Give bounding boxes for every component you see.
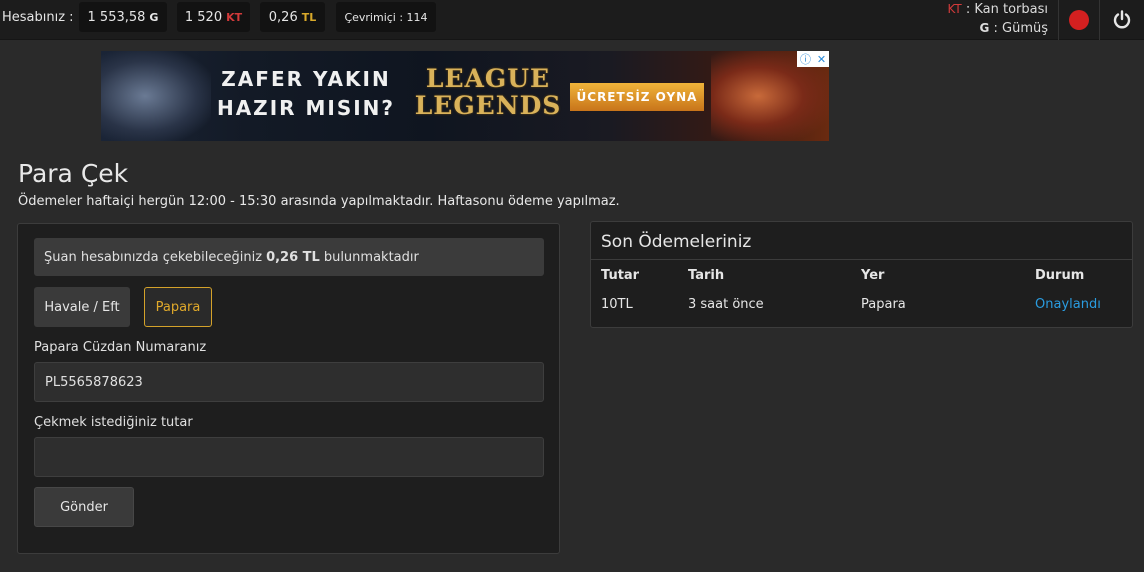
unit-legend: KT : Kan torbası G : Gümüş bbox=[947, 0, 1048, 38]
submit-button[interactable]: Gönder bbox=[34, 487, 134, 527]
ad-brand-logo: LEAGUE LEGENDS bbox=[414, 64, 562, 120]
divider bbox=[591, 259, 1132, 260]
column-header-status: Durum bbox=[1035, 268, 1085, 283]
top-bar: Hesabınız : 1 553,58 G 1 520 KT 0,26 TL Çev… bbox=[0, 0, 1144, 40]
online-count: Çevrimiçi : 114 bbox=[336, 2, 436, 32]
close-icon[interactable]: ✕ bbox=[817, 53, 826, 66]
page-subtitle: Ödemeler haftaiçi hergün 12:00 - 15:30 a… bbox=[18, 194, 620, 209]
table-cell-date: 3 saat önce bbox=[688, 297, 764, 312]
wallet-label: Papara Cüzdan Numaranız bbox=[34, 340, 207, 355]
balance-blood: 1 520 KT bbox=[177, 2, 250, 32]
column-header-amount: Tutar bbox=[601, 268, 640, 283]
page-title: Para Çek bbox=[18, 159, 129, 188]
table-cell-amount: 10TL bbox=[601, 297, 633, 312]
ad-choices[interactable]: ⓘ ✕ bbox=[797, 51, 829, 67]
wallet-input[interactable] bbox=[34, 362, 544, 402]
account-label: Hesabınız : bbox=[2, 10, 74, 25]
legend-g: G : Gümüş bbox=[979, 21, 1049, 36]
amount-label: Çekmek istediğiniz tutar bbox=[34, 415, 193, 430]
table-cell-place: Papara bbox=[861, 297, 906, 312]
logout-button[interactable] bbox=[1100, 0, 1144, 40]
balance-tl: 0,26 TL bbox=[260, 2, 325, 32]
column-header-place: Yer bbox=[861, 268, 885, 283]
ad-slogan: ZAFER YAKIN HAZIR MISIN? bbox=[216, 67, 396, 120]
legend-kt: KT : Kan torbası bbox=[947, 2, 1048, 17]
recent-payments-panel: Son Ödemeleriniz Tutar Tarih Yer Durum 1… bbox=[590, 221, 1133, 328]
ad-champion-art-left bbox=[101, 51, 211, 141]
ad-cta-button[interactable]: ÜCRETSİZ OYNA bbox=[570, 83, 704, 111]
info-icon[interactable]: ⓘ bbox=[800, 51, 811, 67]
method-papara-button[interactable]: Papara bbox=[144, 287, 212, 327]
record-icon bbox=[1069, 10, 1089, 30]
record-button[interactable] bbox=[1058, 0, 1100, 40]
balance-gold: 1 553,58 G bbox=[79, 2, 167, 32]
status-badge: Onaylandı bbox=[1035, 297, 1101, 312]
recent-payments-title: Son Ödemeleriniz bbox=[601, 232, 752, 252]
withdraw-panel: Şuan hesabınızda çekebileceğiniz 0,26 TL… bbox=[17, 223, 560, 554]
available-balance-info: Şuan hesabınızda çekebileceğiniz 0,26 TL… bbox=[34, 238, 544, 276]
column-header-date: Tarih bbox=[688, 268, 725, 283]
method-havale-button[interactable]: Havale / Eft bbox=[34, 287, 130, 327]
power-icon bbox=[1113, 10, 1131, 29]
ad-banner[interactable]: ZAFER YAKIN HAZIR MISIN? LEAGUE LEGENDS … bbox=[101, 51, 829, 141]
amount-input[interactable] bbox=[34, 437, 544, 477]
